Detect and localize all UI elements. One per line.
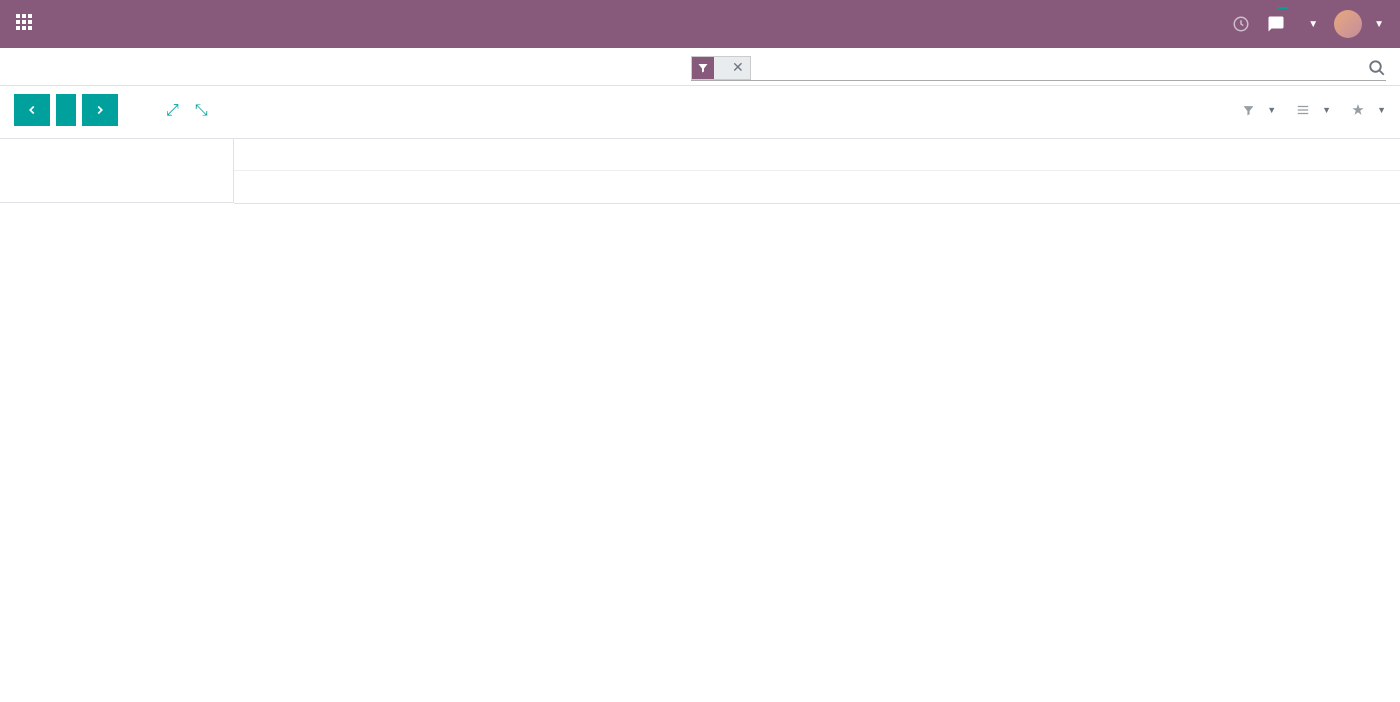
user-menu[interactable]: ▼: [1334, 10, 1384, 38]
next-button[interactable]: [82, 94, 118, 126]
gantt-left: [0, 139, 234, 204]
close-icon[interactable]: ✕: [726, 60, 750, 76]
control-bar: ✕: [0, 48, 1400, 86]
groupby-dropdown[interactable]: ▼: [1296, 103, 1331, 117]
filters-dropdown[interactable]: ▼: [1242, 103, 1276, 117]
topnav: ▼ ▼: [0, 0, 1400, 48]
avatar: [1334, 10, 1362, 38]
gantt: [0, 139, 1400, 204]
filter-icon: [692, 57, 714, 79]
toolbar: ⤢ ⤡ ▼ ▼ ▼: [0, 86, 1400, 139]
company-switcher[interactable]: ▼: [1302, 19, 1318, 30]
chevron-down-icon: ▼: [1267, 105, 1276, 116]
gantt-right[interactable]: [234, 139, 1400, 204]
gantt-header-label: [0, 139, 234, 203]
messages-badge: [1278, 7, 1288, 9]
favorites-dropdown[interactable]: ▼: [1351, 103, 1386, 117]
apps-icon[interactable]: [16, 14, 36, 34]
search-wrap: ✕: [691, 56, 1386, 81]
today-button[interactable]: [56, 94, 76, 126]
collapse-icon[interactable]: ⤡: [195, 100, 208, 120]
messages-icon[interactable]: [1266, 15, 1286, 33]
filter-tag[interactable]: ✕: [691, 56, 751, 80]
chevron-down-icon: ▼: [1377, 105, 1386, 116]
chevron-down-icon: ▼: [1308, 19, 1318, 30]
days-row: [234, 171, 1400, 203]
chevron-down-icon: ▼: [1374, 19, 1384, 30]
prev-button[interactable]: [14, 94, 50, 126]
expand-icon[interactable]: ⤢: [166, 100, 179, 120]
month-label: [234, 139, 1400, 171]
chevron-down-icon: ▼: [1322, 105, 1331, 116]
activity-icon[interactable]: [1232, 15, 1250, 33]
search-input[interactable]: [751, 56, 1368, 80]
search-icon[interactable]: [1368, 59, 1386, 77]
